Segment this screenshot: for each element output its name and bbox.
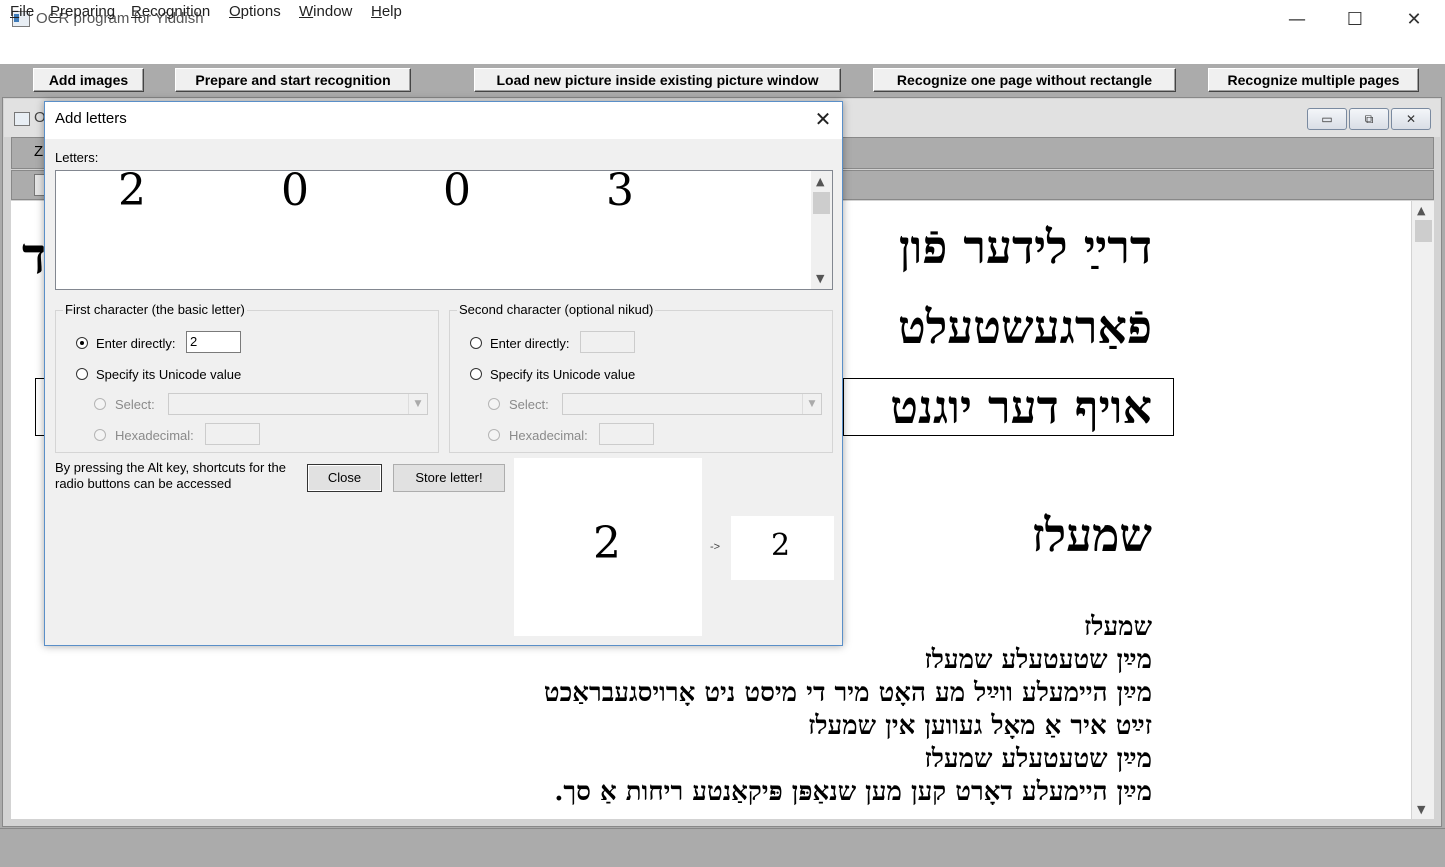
recognize-one-page-button[interactable]: Recognize one page without rectangle [873, 68, 1176, 92]
menu-preparing[interactable]: Preparing [50, 3, 115, 20]
alt-key-hint: By pressing the Alt key, shortcuts for t… [55, 460, 286, 491]
add-images-button[interactable]: Add images [33, 68, 144, 92]
second-select-radio[interactable] [488, 398, 500, 410]
first-select-label: Select: [115, 397, 155, 412]
scroll-down-arrow-icon[interactable]: ▼ [1417, 803, 1425, 816]
poem-line-2: מײַן שטעטעלע שמעלז [924, 645, 1152, 675]
poem-line-6: מײַן היימעלע דאָרט קען מען שנאַפּן פּיקא… [554, 777, 1152, 807]
mdi-close-button[interactable]: ✕ [1391, 108, 1431, 130]
poem-line-4: זײַט איר אַ מאָל געווען אין שמעלז [808, 711, 1152, 741]
store-letter-button[interactable]: Store letter! [393, 464, 505, 492]
mdi-restore-button[interactable]: ⧉ [1349, 108, 1389, 130]
second-enter-directly-label[interactable]: Enter directly: [490, 336, 569, 351]
first-enter-directly-radio[interactable] [76, 337, 88, 349]
first-hexadecimal-label: Hexadecimal: [115, 428, 194, 443]
dialog-title: Add letters [55, 110, 127, 127]
second-enter-directly-input[interactable] [580, 331, 635, 353]
second-character-legend: Second character (optional nikud) [457, 302, 656, 317]
first-enter-directly-label[interactable]: Enter directly: [96, 336, 175, 351]
recognize-multiple-pages-button[interactable]: Recognize multiple pages [1208, 68, 1419, 92]
poem-line-5: מײַן שטעטעלע שמעלז [924, 744, 1152, 774]
letter-glyph[interactable]: 0 [281, 171, 309, 216]
second-unicode-label[interactable]: Specify its Unicode value [490, 367, 635, 382]
first-character-legend: First character (the basic letter) [63, 302, 247, 317]
second-hexadecimal-radio[interactable] [488, 429, 500, 441]
dialog-title-bar [45, 102, 842, 139]
preview-glyph: 2 [593, 518, 621, 569]
second-select-dropdown[interactable]: ▼ [562, 393, 822, 415]
title-bar [0, 0, 1445, 40]
letters-scroll-thumb[interactable] [813, 192, 830, 214]
letters-list[interactable]: 2 0 0 3 [55, 170, 833, 290]
letters-scroll-down-icon[interactable]: ▼ [816, 272, 824, 285]
menu-bar [0, 40, 1445, 64]
first-enter-directly-input[interactable]: 2 [186, 331, 241, 353]
page-line-3: אויף דער יוגנט [890, 380, 1152, 434]
letter-glyph[interactable]: 0 [443, 171, 471, 216]
preview-arrow: -> [710, 541, 721, 553]
prepare-start-recognition-button[interactable]: Prepare and start recognition [175, 68, 411, 92]
load-new-picture-button[interactable]: Load new picture inside existing picture… [474, 68, 841, 92]
page-vertical-scrollbar[interactable] [1412, 201, 1434, 819]
dialog-close-icon[interactable]: ✕ [810, 106, 836, 132]
letters-scroll-up-icon[interactable]: ▲ [816, 175, 824, 188]
first-unicode-label[interactable]: Specify its Unicode value [96, 367, 241, 382]
letter-glyph[interactable]: 3 [606, 171, 634, 216]
menu-file[interactable]: File [10, 3, 34, 20]
first-hexadecimal-radio[interactable] [94, 429, 106, 441]
close-button[interactable]: Close [307, 464, 382, 492]
letters-label: Letters: [55, 150, 99, 165]
second-unicode-radio[interactable] [470, 368, 482, 380]
page-line-1: דרײַ לידער פֿון [898, 220, 1152, 274]
second-hexadecimal-input[interactable] [599, 423, 654, 445]
chevron-down-icon[interactable]: ▼ [408, 394, 427, 414]
mdi-minimize-button[interactable]: ▭ [1307, 108, 1347, 130]
scroll-up-arrow-icon[interactable]: ▲ [1417, 204, 1425, 217]
page-heading: שמעלז [1031, 508, 1152, 562]
first-unicode-radio[interactable] [76, 368, 88, 380]
letter-preview-result: 2 [731, 516, 834, 580]
second-enter-directly-radio[interactable] [470, 337, 482, 349]
letter-glyph[interactable]: 2 [118, 171, 146, 216]
first-select-dropdown[interactable]: ▼ [168, 393, 428, 415]
second-select-label: Select: [509, 397, 549, 412]
menu-window[interactable]: Window [299, 3, 352, 20]
first-hexadecimal-input[interactable] [205, 423, 260, 445]
document-toolbar-label[interactable]: Z [34, 143, 43, 160]
maximize-button[interactable]: ☐ [1326, 0, 1384, 40]
menu-recognition[interactable]: Recognition [131, 3, 210, 20]
minimize-button[interactable]: — [1268, 0, 1326, 40]
menu-help[interactable]: Help [371, 3, 402, 20]
document-window-icon [14, 112, 30, 126]
preview-result-glyph: 2 [771, 528, 791, 563]
second-hexadecimal-label: Hexadecimal: [509, 428, 588, 443]
menu-options[interactable]: Options [229, 3, 281, 20]
poem-line-3: מײַן היימעלע ווײַל מע האָט מיר די מיסט נ… [543, 678, 1152, 708]
close-window-button[interactable]: ✕ [1385, 0, 1443, 40]
first-select-radio[interactable] [94, 398, 106, 410]
page-scroll-thumb[interactable] [1415, 220, 1432, 242]
page-left-fragment-char: ד [22, 226, 47, 285]
chevron-down-icon[interactable]: ▼ [802, 394, 821, 414]
status-bar [0, 828, 1445, 867]
page-line-2: פֿאַרגעשטעלט [897, 300, 1152, 354]
letter-preview-image: 2 [514, 458, 702, 636]
